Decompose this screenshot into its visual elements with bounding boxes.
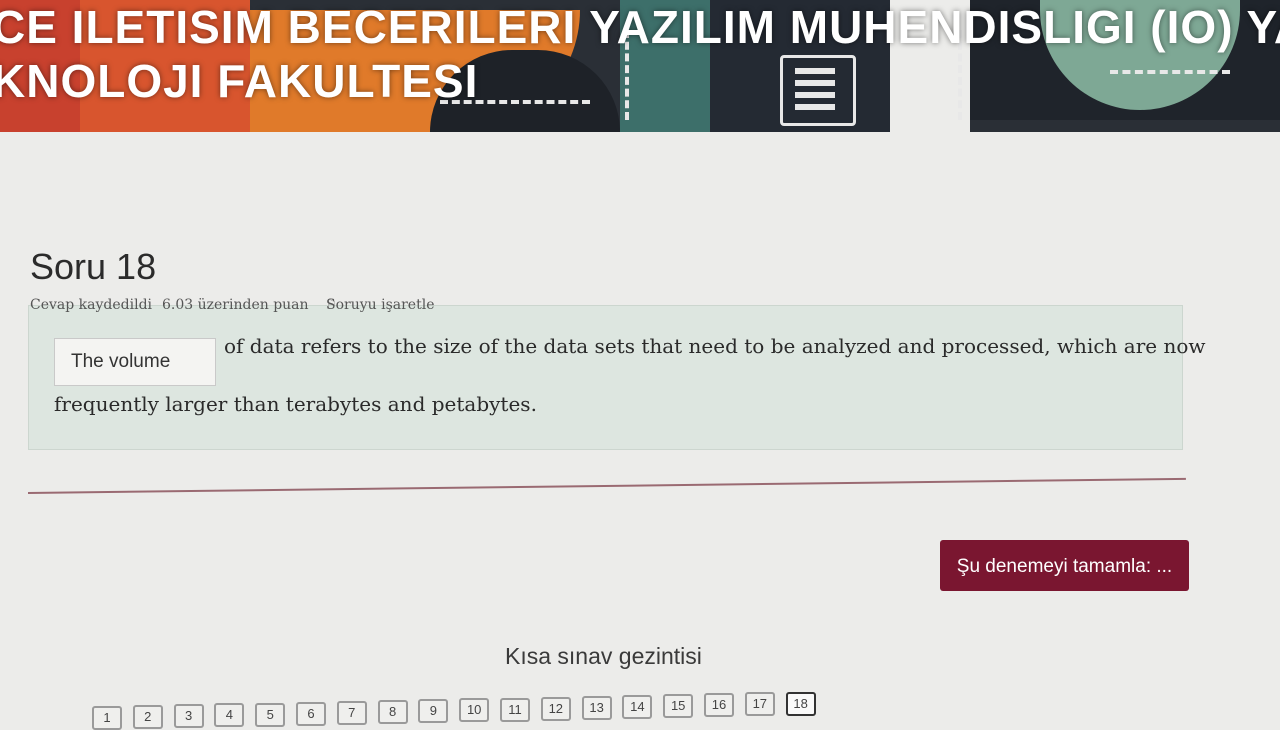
- section-divider: [27, 477, 1186, 494]
- course-title-line1: CE ILETISIM BECERILERI YAZILIM MUHENDISL…: [0, 1, 1280, 53]
- question-status: Cevap kaydedildi: [30, 297, 153, 313]
- quiz-nav-button-1[interactable]: 1: [92, 706, 122, 730]
- question-info: Cevap kaydedildi 6.03 üzerinden puan ⚐ S…: [30, 297, 630, 317]
- quiz-nav-button-5[interactable]: 5: [255, 702, 286, 727]
- answer-input[interactable]: [54, 338, 216, 386]
- question-text-line2: frequently larger than terabytes and pet…: [54, 392, 537, 416]
- quiz-nav-button-2[interactable]: 2: [132, 705, 163, 730]
- question-text-line1: of data refers to the size of the data s…: [224, 334, 1206, 358]
- quiz-nav-button-14[interactable]: 14: [622, 694, 653, 719]
- quiz-nav-button-10[interactable]: 10: [459, 698, 490, 723]
- quiz-nav-button-8[interactable]: 8: [377, 700, 408, 725]
- quiz-nav-button-7[interactable]: 7: [336, 700, 367, 725]
- quiz-nav-button-16[interactable]: 16: [704, 693, 734, 718]
- quiz-navigation-title: Kısa sınav gezintisi: [505, 643, 702, 669]
- question-points: 6.03 üzerinden puan: [162, 297, 309, 313]
- flag-question-label: Soruyu işaretle: [326, 297, 435, 313]
- quiz-nav-button-6[interactable]: 6: [296, 701, 326, 726]
- quiz-nav-button-11[interactable]: 11: [500, 697, 530, 722]
- question-title: Soru 18: [30, 246, 157, 287]
- quiz-nav-button-15[interactable]: 15: [663, 694, 694, 719]
- course-title-line2: KNOLOJI FAKULTESI: [0, 55, 479, 107]
- quiz-navigation-grid: 1 2 3 4 5 6 7 8 9 10 11 12 13 14 15 16 17 18: [92, 691, 1192, 730]
- course-title: CE ILETISIM BECERILERI YAZILIM MUHENDISL…: [0, 0, 1280, 108]
- quiz-nav-button-3[interactable]: 3: [173, 704, 204, 729]
- quiz-nav-button-12[interactable]: 12: [540, 696, 571, 721]
- quiz-nav-button-4[interactable]: 4: [214, 703, 245, 728]
- course-banner: CE ILETISIM BECERILERI YAZILIM MUHENDISL…: [0, 0, 1280, 132]
- quiz-nav-button-13[interactable]: 13: [581, 695, 612, 720]
- finish-attempt-button[interactable]: Şu denemeyi tamamla: ...: [940, 540, 1189, 591]
- quiz-nav-button-17[interactable]: 17: [744, 692, 775, 717]
- quiz-nav-button-18[interactable]: 18: [785, 691, 816, 716]
